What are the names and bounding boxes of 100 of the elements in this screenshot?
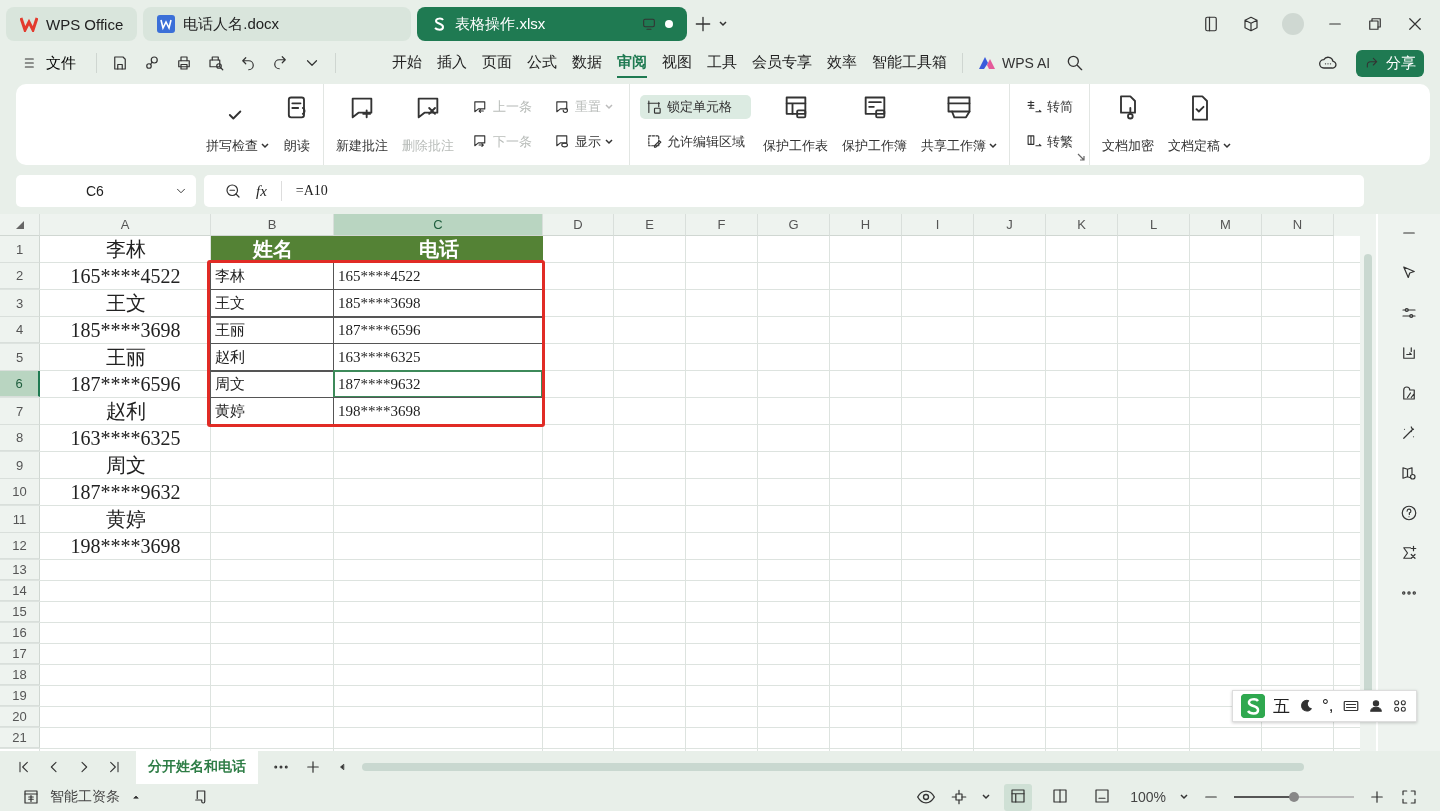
row-header[interactable]: 18 <box>0 665 40 685</box>
book-search-icon[interactable] <box>1400 464 1418 482</box>
row-header[interactable]: 16 <box>0 623 40 643</box>
cube-icon[interactable] <box>1242 15 1260 33</box>
row-header[interactable]: 19 <box>0 686 40 706</box>
table-cell[interactable]: 周文 <box>40 452 211 479</box>
slider-thumb[interactable] <box>1289 792 1299 802</box>
row-header[interactable]: 10 <box>0 479 40 505</box>
horizontal-scrollbar[interactable] <box>362 763 1304 771</box>
row-header[interactable]: 6 <box>0 371 40 397</box>
punctuation-mode[interactable]: °, <box>1322 696 1334 716</box>
payroll-button[interactable]: 智能工资条 <box>50 788 120 806</box>
column-header[interactable]: G <box>758 214 830 236</box>
table-cell[interactable]: 王丽 <box>40 344 211 371</box>
split-view-icon[interactable] <box>1051 786 1070 805</box>
save-icon[interactable] <box>111 54 129 72</box>
column-header[interactable]: N <box>1262 214 1334 236</box>
help-icon[interactable] <box>1400 504 1418 522</box>
wps-ai-button[interactable]: WPS AI <box>978 55 1051 71</box>
dialog-launcher-icon[interactable] <box>1077 153 1085 161</box>
column-header[interactable]: K <box>1046 214 1118 236</box>
row-header[interactable]: 5 <box>0 344 40 371</box>
table-cell[interactable]: 黄婷 <box>40 506 211 533</box>
row-header[interactable]: 21 <box>0 728 40 748</box>
table-cell[interactable]: 周文 <box>210 370 334 398</box>
row-header[interactable]: 3 <box>0 290 40 317</box>
user-icon[interactable] <box>1367 698 1384 714</box>
column-header[interactable]: C <box>334 214 543 236</box>
row-header[interactable]: 8 <box>0 425 40 451</box>
ribbon-tab[interactable]: 插入 <box>437 48 467 78</box>
undo-icon[interactable] <box>239 54 257 72</box>
table-cell[interactable]: 198****3698 <box>40 533 211 559</box>
table-cell[interactable]: 163****6325 <box>40 425 211 451</box>
restore-icon[interactable] <box>1366 15 1384 33</box>
column-header[interactable]: H <box>830 214 902 236</box>
table-cell[interactable]: 187****9632 <box>40 479 211 505</box>
ribbon-tab[interactable]: 页面 <box>482 48 512 78</box>
row-header[interactable]: 7 <box>0 398 40 425</box>
row-header[interactable]: 9 <box>0 452 40 479</box>
table-cell[interactable]: 赵利 <box>210 343 334 372</box>
row-header[interactable]: 14 <box>0 581 40 601</box>
table-cell[interactable]: 185****3698 <box>40 317 211 343</box>
moon-icon[interactable] <box>1298 698 1314 714</box>
window-tab[interactable]: 电话人名.docx <box>143 7 412 41</box>
table-cell[interactable]: 赵利 <box>40 398 211 425</box>
ribbon-button[interactable]: 拼写检查 <box>204 90 271 159</box>
grid-icon[interactable] <box>1391 698 1408 714</box>
column-header[interactable]: M <box>1190 214 1262 236</box>
ribbon-tab[interactable]: 效率 <box>827 48 857 78</box>
share-button[interactable]: 分享 <box>1356 49 1424 77</box>
ribbon-button[interactable]: 新建批注 <box>334 90 390 159</box>
table-cell[interactable]: 187****6596 <box>40 371 211 397</box>
ribbon-button[interactable]: 文档定稿 <box>1166 90 1233 159</box>
ribbon-button[interactable]: 允许编辑区域 <box>640 129 751 154</box>
ribbon-button[interactable]: 转简 <box>1020 95 1079 120</box>
table-cell[interactable]: 王文 <box>40 290 211 317</box>
ribbon-button[interactable]: 显示 <box>548 129 619 154</box>
ribbon-button[interactable]: 转繁 <box>1020 129 1079 154</box>
window-tab[interactable]: WPS Office <box>6 7 138 41</box>
ribbon-tab[interactable]: 视图 <box>662 48 692 78</box>
row-header[interactable]: 11 <box>0 506 40 533</box>
print-preview-icon[interactable] <box>207 54 225 72</box>
close-icon[interactable] <box>1406 15 1424 33</box>
name-box[interactable]: C6 <box>16 175 196 207</box>
row-header[interactable]: 4 <box>0 317 40 343</box>
link-icon[interactable] <box>143 54 161 72</box>
zoom-in-icon[interactable] <box>1368 788 1386 806</box>
row-header[interactable]: 2 <box>0 263 40 289</box>
ribbon-tab[interactable]: 公式 <box>527 48 557 78</box>
ribbon-tab[interactable]: 智能工具箱 <box>872 48 947 78</box>
ribbon-button[interactable]: 保护工作簿 <box>840 90 909 159</box>
normal-view-icon[interactable] <box>1009 786 1028 805</box>
zoom-out-icon[interactable] <box>224 182 242 200</box>
row-header[interactable]: 17 <box>0 644 40 664</box>
ribbon-tool-icon[interactable] <box>646 133 663 151</box>
table-cell[interactable]: 王丽 <box>210 316 334 344</box>
fullscreen-icon[interactable] <box>1400 788 1418 806</box>
sheet-tab[interactable]: 分开姓名和电话 <box>136 750 258 784</box>
row-header[interactable]: 13 <box>0 560 40 580</box>
ribbon-button[interactable]: 文档加密 <box>1100 90 1156 159</box>
table-cell[interactable]: 李林 <box>40 236 211 263</box>
vertical-scrollbar[interactable] <box>1360 214 1376 751</box>
column-header[interactable]: D <box>543 214 614 236</box>
transfer-icon[interactable] <box>1400 344 1418 362</box>
add-sheet-icon[interactable] <box>304 758 322 776</box>
ribbon-button[interactable]: 锁定单元格 <box>640 95 751 120</box>
formula-bar[interactable]: fx =A10 <box>204 175 1364 207</box>
file-menu[interactable]: 文件 <box>16 52 82 74</box>
table-cell[interactable]: 187****9632 <box>333 370 543 398</box>
print-icon[interactable] <box>175 54 193 72</box>
ribbon-tab[interactable]: 开始 <box>392 48 422 78</box>
column-header[interactable]: A <box>40 214 211 236</box>
payroll-icon[interactable] <box>22 788 40 806</box>
table-cell[interactable]: 165****4522 <box>40 263 211 289</box>
focus-icon[interactable] <box>950 788 969 806</box>
ribbon-tool-icon[interactable] <box>646 98 663 116</box>
column-header[interactable]: L <box>1118 214 1190 236</box>
row-header[interactable]: 15 <box>0 602 40 622</box>
tablet-icon[interactable] <box>1202 15 1220 33</box>
column-header[interactable]: E <box>614 214 686 236</box>
